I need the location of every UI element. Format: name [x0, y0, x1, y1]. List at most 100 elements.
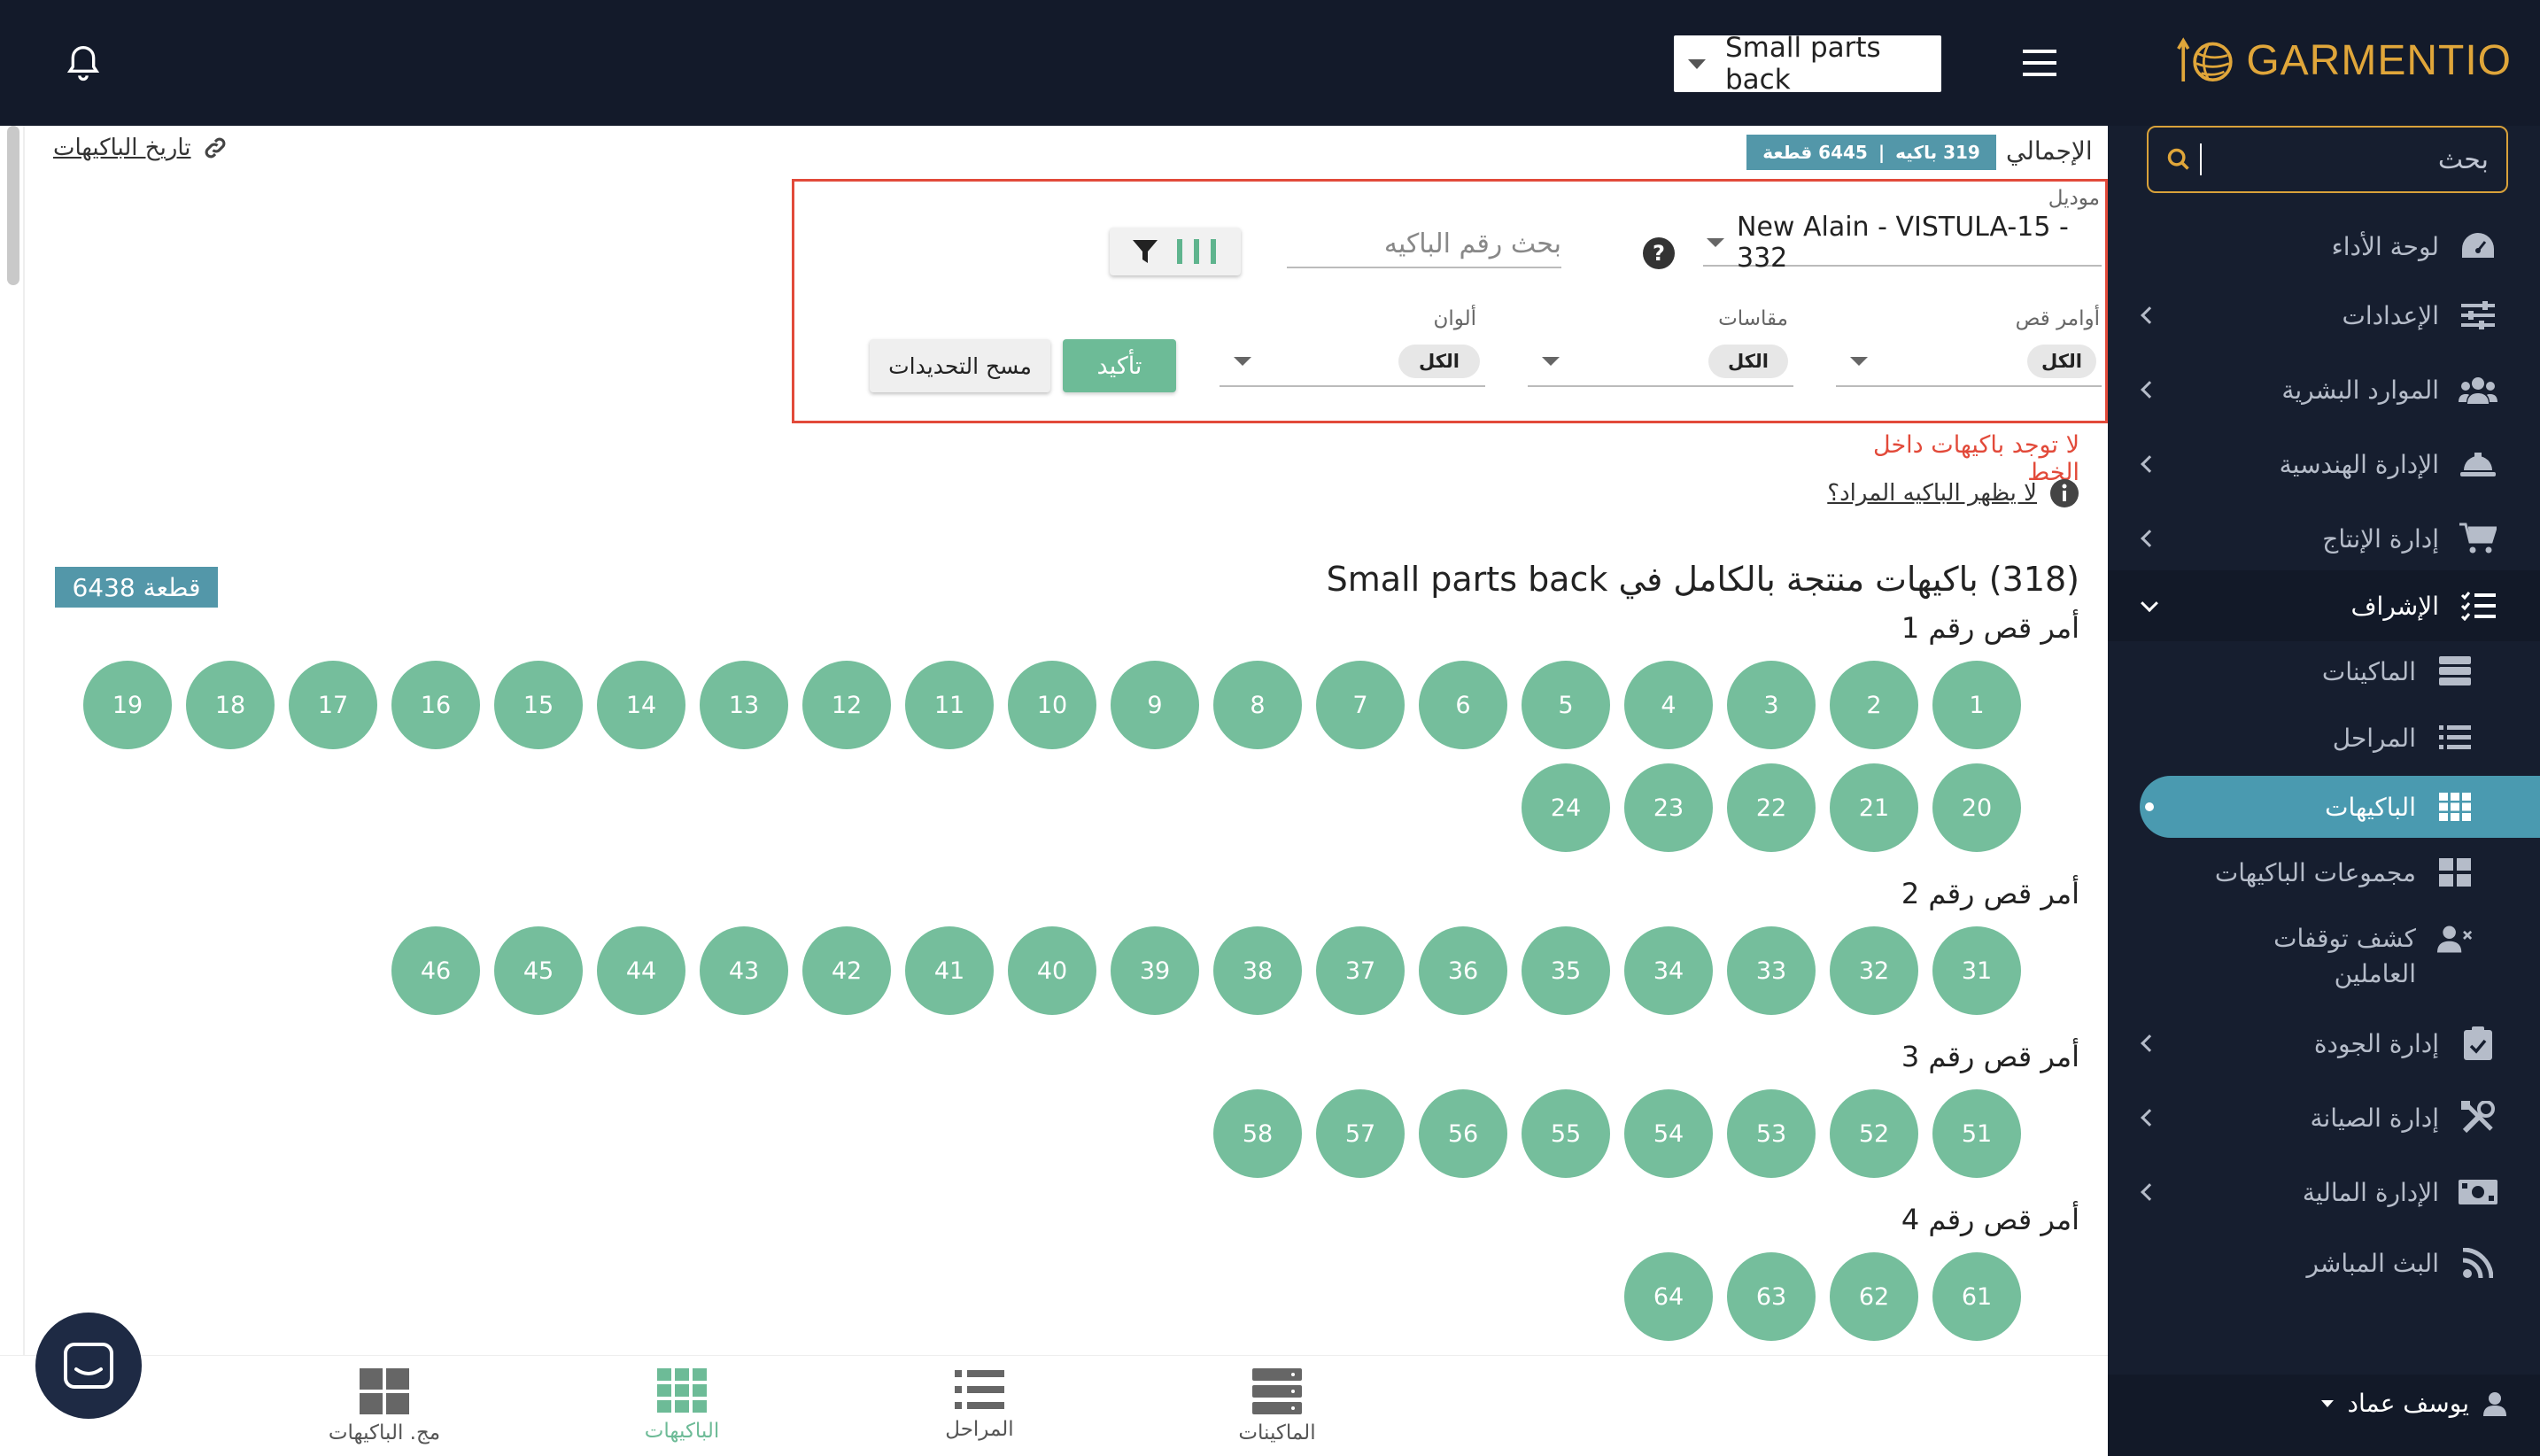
bundle-17[interactable]: 17 — [289, 661, 377, 749]
bundle-32[interactable]: 32 — [1830, 926, 1918, 1015]
bottom-nav-bundle-groups[interactable]: مج. الباكيهات — [296, 1368, 473, 1444]
sidebar-subitem-machines[interactable]: الماكينات — [2108, 639, 2540, 704]
scrollbar[interactable] — [7, 126, 19, 285]
bundle-54[interactable]: 54 — [1624, 1089, 1713, 1178]
sidebar-search-input[interactable]: بحث — [2147, 126, 2508, 193]
bundle-21[interactable]: 21 — [1830, 763, 1918, 852]
bundle-63[interactable]: 63 — [1727, 1252, 1816, 1341]
bundle-41[interactable]: 41 — [905, 926, 994, 1015]
sidebar-search-placeholder: بحث — [2437, 143, 2489, 175]
bundle-44[interactable]: 44 — [597, 926, 685, 1015]
sidebar-item-quality[interactable]: إدارة الجودة — [2108, 1008, 2540, 1079]
sidebar-item-label: إدارة الصيانة — [2310, 1103, 2440, 1133]
sidebar-item-dashboard[interactable]: لوحة الأداء — [2108, 211, 2540, 282]
bundle-8[interactable]: 8 — [1213, 661, 1302, 749]
bundle-19[interactable]: 19 — [83, 661, 172, 749]
confirm-button[interactable]: تأكيد — [1063, 339, 1176, 392]
bundle-35[interactable]: 35 — [1522, 926, 1610, 1015]
sidebar-item-live[interactable]: البث المباشر — [2108, 1228, 2540, 1298]
sidebar-item-hr[interactable]: الموارد البشرية — [2108, 354, 2540, 425]
bundle-13[interactable]: 13 — [700, 661, 788, 749]
bundle-37[interactable]: 37 — [1316, 926, 1405, 1015]
model-select[interactable]: New Alain - VISTULA-15 - 332 — [1703, 212, 2102, 274]
clear-selections-button[interactable]: مسح التحديدات — [870, 339, 1050, 392]
sidebar-item-supervision[interactable]: الإشراف — [2108, 570, 2540, 641]
sidebar-item-engineering[interactable]: الإدارة الهندسية — [2108, 429, 2540, 500]
grid-icon — [657, 1368, 707, 1413]
bundle-53[interactable]: 53 — [1727, 1089, 1816, 1178]
yarn-logo-icon — [2177, 37, 2233, 82]
hamburger-icon[interactable] — [2023, 50, 2056, 76]
sidebar-item-production[interactable]: إدارة الإنتاج — [2108, 503, 2540, 574]
bundle-15[interactable]: 15 — [494, 661, 583, 749]
user-menu[interactable]: يوسف عماد — [2320, 1389, 2506, 1418]
bundle-36[interactable]: 36 — [1419, 926, 1507, 1015]
bundle-31[interactable]: 31 — [1932, 926, 2021, 1015]
bundle-16[interactable]: 16 — [391, 661, 480, 749]
bundle-56[interactable]: 56 — [1419, 1089, 1507, 1178]
cut-orders-select[interactable]: الكل — [1836, 337, 2102, 387]
bundle-14[interactable]: 14 — [597, 661, 685, 749]
sidebar-subitem-bundles[interactable]: الباكيهات — [2108, 774, 2540, 840]
sidebar-subitem-bundle-groups[interactable]: مجموعات الباكيهات — [2108, 840, 2540, 905]
bundle-18[interactable]: 18 — [186, 661, 275, 749]
bundle-57[interactable]: 57 — [1316, 1089, 1405, 1178]
bundle-58[interactable]: 58 — [1213, 1089, 1302, 1178]
filter-toggle-button[interactable] — [1110, 228, 1241, 275]
bundle-search-input[interactable]: بحث رقم الباكيه — [1287, 221, 1561, 268]
bundle-62[interactable]: 62 — [1830, 1252, 1918, 1341]
bundle-1[interactable]: 1 — [1932, 661, 2021, 749]
bundle-history-link[interactable]: تاريخ الباكيهات — [53, 135, 228, 161]
help-link-label: لا يظهر الباكيه المراد؟ — [1827, 480, 2037, 507]
sidebar-item-maintenance[interactable]: إدارة الصيانة — [2108, 1082, 2540, 1153]
stage-select[interactable]: Small parts back — [1674, 32, 1941, 96]
bundle-42[interactable]: 42 — [802, 926, 891, 1015]
sidebar: بحث لوحة الأداء الإعدادات الموارد البشري… — [2108, 126, 2540, 1456]
bundle-55[interactable]: 55 — [1522, 1089, 1610, 1178]
colors-select[interactable]: الكل — [1220, 337, 1485, 387]
bundle-24[interactable]: 24 — [1522, 763, 1610, 852]
brand-logo[interactable]: GARMENTIO — [2175, 32, 2512, 89]
bundle-64[interactable]: 64 — [1624, 1252, 1713, 1341]
money-icon — [2459, 1173, 2497, 1212]
bundle-40[interactable]: 40 — [1008, 926, 1096, 1015]
bundle-5[interactable]: 5 — [1522, 661, 1610, 749]
bundle-61[interactable]: 61 — [1932, 1252, 2021, 1341]
bundle-34[interactable]: 34 — [1624, 926, 1713, 1015]
bundle-3[interactable]: 3 — [1727, 661, 1816, 749]
bundle-22[interactable]: 22 — [1727, 763, 1816, 852]
bundle-9[interactable]: 9 — [1111, 661, 1199, 749]
sidebar-item-settings[interactable]: الإعدادات — [2108, 280, 2540, 351]
bundle-39[interactable]: 39 — [1111, 926, 1199, 1015]
bottom-nav-stages[interactable]: المراحل — [891, 1368, 1068, 1441]
bundle-51[interactable]: 51 — [1932, 1089, 2021, 1178]
bundle-23[interactable]: 23 — [1624, 763, 1713, 852]
columns-icon — [1177, 239, 1216, 264]
chat-launcher-button[interactable] — [35, 1313, 142, 1419]
bundle-52[interactable]: 52 — [1830, 1089, 1918, 1178]
sidebar-subitem-stages[interactable]: المراحل — [2108, 705, 2540, 771]
bottom-nav-bundles[interactable]: الباكيهات — [593, 1368, 771, 1443]
sizes-select[interactable]: الكل — [1528, 337, 1793, 387]
total-bundles: 319 باكيه — [1895, 142, 1980, 163]
missing-bundle-help[interactable]: لا يظهر الباكيه المراد؟ — [1803, 478, 2079, 508]
bottom-nav-machines[interactable]: الماكينات — [1189, 1368, 1366, 1444]
bundle-11[interactable]: 11 — [905, 661, 994, 749]
bell-icon[interactable] — [66, 44, 101, 83]
bundle-20[interactable]: 20 — [1932, 763, 2021, 852]
help-circle-icon[interactable]: ? — [1642, 236, 1676, 270]
bundle-38[interactable]: 38 — [1213, 926, 1302, 1015]
cut-order-title: أمر قص رقم 1 — [1901, 611, 2079, 645]
bundle-10[interactable]: 10 — [1008, 661, 1096, 749]
bundle-33[interactable]: 33 — [1727, 926, 1816, 1015]
bundle-45[interactable]: 45 — [494, 926, 583, 1015]
bundle-4[interactable]: 4 — [1624, 661, 1713, 749]
bundle-43[interactable]: 43 — [700, 926, 788, 1015]
sidebar-item-finance[interactable]: الإدارة المالية — [2108, 1157, 2540, 1228]
bundle-7[interactable]: 7 — [1316, 661, 1405, 749]
bundle-2[interactable]: 2 — [1830, 661, 1918, 749]
bundle-46[interactable]: 46 — [391, 926, 480, 1015]
sidebar-subitem-worker-stops[interactable]: كشف توقفات العاملين — [2108, 905, 2540, 994]
bundle-6[interactable]: 6 — [1419, 661, 1507, 749]
bundle-12[interactable]: 12 — [802, 661, 891, 749]
